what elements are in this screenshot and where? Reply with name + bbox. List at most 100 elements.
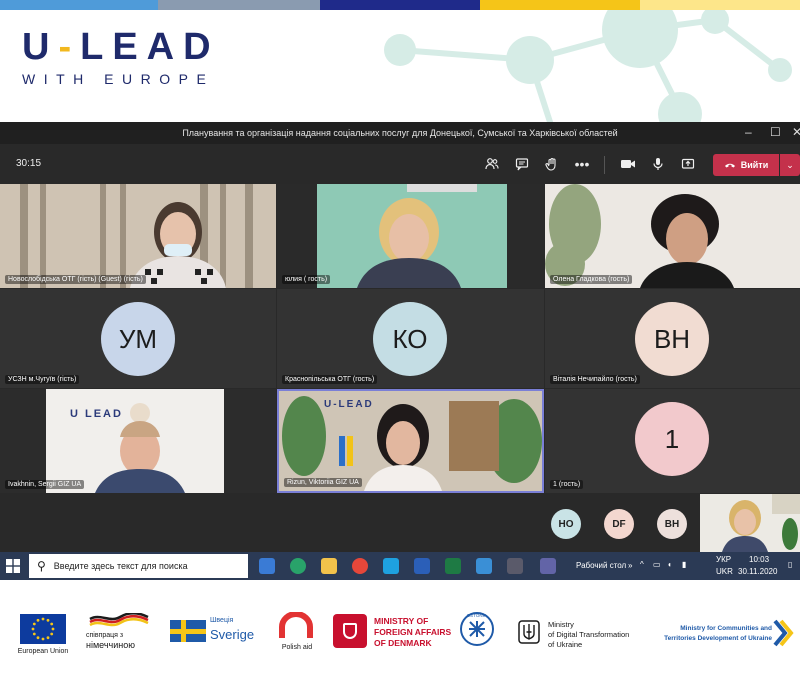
mcc-label: Ministry for Communities and Territories… (654, 624, 772, 644)
mcc-line-2: Territories Development of Ukraine (664, 635, 772, 642)
ukraine-trident-icon (518, 620, 540, 644)
overflow-avatar-2[interactable]: DF (604, 509, 634, 539)
search-icon: ⚲ (37, 559, 46, 573)
desktop-toolbar-label[interactable]: Рабочий стол (576, 561, 626, 570)
mcc-line-1: Ministry for Communities and (680, 625, 772, 632)
clock-date: 30.11.2020 (738, 567, 778, 576)
participant-video-2 (277, 184, 544, 288)
giz-line1: співпраця з (86, 632, 124, 639)
mcc-chevron-icon (773, 619, 794, 647)
denmark-crest-icon (333, 614, 367, 648)
word-app-icon[interactable] (414, 558, 430, 574)
giz-line2: німеччиною (86, 640, 135, 650)
taskbar-search-input[interactable]: ⚲ Введите здесь текст для поиска (29, 554, 248, 578)
avatar: КО (373, 302, 447, 376)
tray-up-arrow-icon[interactable]: ^ (640, 560, 644, 569)
svg-text:U LEAD: U LEAD (70, 408, 123, 420)
participant-name: Краснопільська ОТГ (гость) (282, 375, 378, 384)
participant-tile-3: Олена Гладкова (гость) (545, 184, 800, 288)
stripe-segment-3 (320, 0, 480, 10)
leave-dropdown-chevron-icon[interactable]: ⌄ (780, 154, 800, 176)
overflow-avatar-1[interactable]: НО (551, 509, 581, 539)
edge-app-icon[interactable] (290, 558, 306, 574)
teams-window: Планування та організація надання соціал… (0, 122, 800, 580)
participant-video-8: U-LEAD (279, 391, 542, 491)
calculator-app-icon[interactable] (507, 558, 523, 574)
stripe-segment-5 (640, 0, 800, 10)
logo-main: U-LEAD (22, 26, 220, 69)
self-view-video (700, 494, 800, 552)
participant-tile-6: ВН Віталія Нечипайло (гость) (545, 289, 800, 388)
overflow-avatar-3[interactable]: ВН (657, 509, 687, 539)
maximize-button[interactable]: ☐ (770, 125, 781, 139)
eu-stars-icon (31, 617, 55, 641)
participant-name: Новослобідська ОТГ (гість) (Guest) (гіст… (5, 275, 146, 284)
video-grid: Новослобідська ОТГ (гість) (Guest) (гіст… (0, 184, 800, 494)
avatar: 1 (635, 402, 709, 476)
participant-name: 1 (гость) (550, 480, 584, 489)
eu-logo (20, 614, 66, 644)
mdt-label: Ministry of Digital Transformation of Uk… (548, 620, 658, 650)
leave-button[interactable]: Вийти (713, 154, 779, 176)
leave-label: Вийти (740, 160, 769, 170)
excel-app-icon[interactable] (445, 558, 461, 574)
search-placeholder: Введите здесь текст для поиска (53, 561, 188, 571)
mdt-line-3: of Ukraine (548, 640, 583, 649)
taskview-app-icon[interactable] (259, 558, 275, 574)
teams-app-icon[interactable] (540, 558, 556, 574)
brand-header: U-LEAD WITH EUROPE (0, 10, 800, 122)
more-icon[interactable]: ••• (572, 154, 592, 174)
mail-app-icon[interactable] (476, 558, 492, 574)
mdt-line-1: Ministry (548, 620, 574, 629)
stripe-segment-4 (480, 0, 640, 10)
color-stripe (0, 0, 800, 10)
windows-taskbar: ⚲ Введите здесь текст для поиска Рабочий… (0, 552, 800, 580)
language-indicator[interactable]: УКР (716, 555, 731, 564)
screenshot-root: U-LEAD WITH EUROPE Планування та організ… (0, 0, 800, 673)
participant-name: юлия ( гость) (282, 275, 331, 284)
participant-video-7: U LEAD (0, 389, 276, 493)
svg-text:U-LEAD: U-LEAD (324, 399, 374, 410)
participant-name: Ivakhnin, Sergii GIZ UA (5, 480, 85, 489)
mic-icon[interactable] (648, 154, 668, 174)
participant-tile-5: КО Краснопільська ОТГ (гость) (277, 289, 544, 388)
stripe-segment-1 (0, 0, 158, 10)
camera-icon[interactable] (618, 154, 638, 174)
denmark-line-2: FOREIGN AFFAIRS (374, 627, 452, 637)
skype-app-icon[interactable] (383, 558, 399, 574)
polish-aid-label: Polish aid (281, 644, 313, 651)
self-view-image (700, 494, 800, 552)
language-indicator-sub: UKR (716, 567, 733, 576)
clock-time[interactable]: 10:03 (749, 555, 769, 564)
participant-video-3 (545, 184, 800, 288)
notifications-icon[interactable]: ▯ (788, 560, 792, 569)
participant-name: Rizun, Viktoriia GIZ UA (284, 478, 362, 487)
participant-video-1 (0, 184, 276, 288)
participant-tile-8: U-LEAD Rizun, Viktoriia GIZ UA (277, 389, 544, 493)
file-explorer-icon[interactable] (321, 558, 337, 574)
desktop-toolbar-chevron-icon[interactable]: » (628, 561, 632, 570)
participant-tile-2: юлия ( гость) (277, 184, 544, 288)
meeting-timer: 30:15 (16, 158, 42, 169)
sweden-flag-icon (170, 620, 206, 642)
chrome-app-icon[interactable] (352, 558, 368, 574)
minimize-button[interactable]: – (745, 125, 752, 139)
sweden-top-label: Швеція (210, 617, 234, 624)
share-icon[interactable] (678, 154, 698, 174)
denmark-label: MINISTRY OF FOREIGN AFFAIRS OF DENMARK (374, 616, 464, 649)
network-icon[interactable]: ▭ (653, 560, 661, 569)
title-bar: Планування та організація надання соціал… (0, 122, 800, 144)
volume-icon[interactable]: ◖ (667, 560, 672, 569)
windows-start-icon[interactable] (6, 559, 20, 573)
chat-icon[interactable] (512, 154, 532, 174)
participants-icon[interactable] (482, 154, 502, 174)
denmark-line-3: OF DENMARK (374, 638, 432, 648)
mdt-line-2: of Digital Transformation (548, 630, 630, 639)
raise-hand-icon[interactable] (542, 154, 562, 174)
close-button[interactable]: ✕ (792, 125, 800, 139)
sweden-label: Sverige (210, 627, 255, 642)
toolbar-separator (604, 156, 605, 174)
estonia-label: ESTONIA (467, 613, 487, 618)
battery-icon[interactable]: ▮ (682, 560, 686, 569)
molecule-decoration (384, 10, 792, 122)
